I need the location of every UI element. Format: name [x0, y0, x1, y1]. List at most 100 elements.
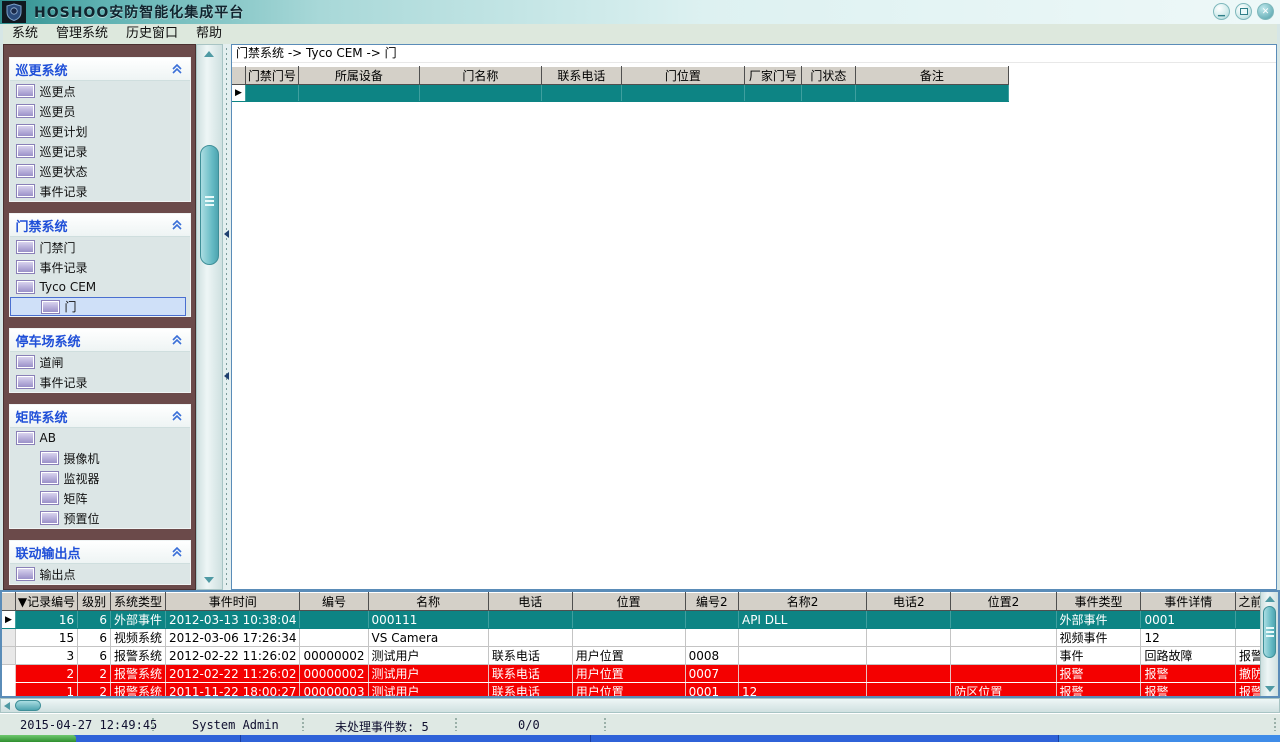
event-column-header[interactable]: 编号	[299, 592, 369, 611]
event-column-header[interactable]: 编号2	[685, 592, 739, 611]
collapse-chevron-icon[interactable]	[170, 545, 184, 559]
scroll-left-icon[interactable]	[4, 702, 10, 710]
collapse-chevron-icon[interactable]	[170, 333, 184, 347]
tree-item[interactable]: 门禁门	[10, 237, 190, 257]
event-column-header[interactable]: 名称	[368, 592, 489, 611]
collapse-chevron-icon[interactable]	[170, 409, 184, 423]
collapse-chevron-icon[interactable]	[170, 218, 184, 232]
section-title: 门禁系统	[15, 219, 68, 235]
event-row[interactable]: 1 2 报警系统 2011-11-22 18:00:27 00000003 测试用户 联系电…	[2, 682, 1278, 696]
tree-item[interactable]: 矩阵	[10, 488, 190, 508]
event-scrollbar-vertical[interactable]	[1260, 592, 1278, 696]
tree-item[interactable]: 监视器	[10, 468, 190, 488]
taskbar-sliver[interactable]	[0, 735, 1280, 742]
start-button-sliver[interactable]	[0, 735, 76, 742]
menu-item-1[interactable]: 管理系统	[47, 24, 117, 44]
door-column-header[interactable]: 所属设备	[298, 66, 420, 85]
tree-node-icon	[15, 104, 35, 118]
row-selector-cell[interactable]	[2, 646, 16, 665]
door-column-header[interactable]: 备注	[855, 66, 1009, 85]
door-column-header[interactable]: 门禁门号	[245, 66, 299, 85]
tree-node-icon	[15, 164, 35, 178]
scroll-up-icon[interactable]	[204, 51, 214, 57]
tree-item-label: 监视器	[63, 471, 100, 486]
door-column-header[interactable]: 联系电话	[541, 66, 622, 85]
event-cell	[685, 628, 739, 647]
tree-item[interactable]: 事件记录	[10, 372, 190, 392]
section-header[interactable]: 联动输出点	[9, 541, 190, 564]
door-table: 门禁门号 所属设备 门名称 联系电话 门位置 厂家门号 门状态 备注 ▶	[232, 66, 1009, 102]
tree-item[interactable]: Tyco CEM	[10, 277, 190, 297]
event-cell: 测试用户	[368, 664, 489, 683]
restore-button[interactable]	[1235, 3, 1252, 20]
event-column-header[interactable]: 系统类型	[110, 592, 167, 611]
collapse-chevron-icon[interactable]	[170, 62, 184, 76]
event-column-header[interactable]: 级别	[77, 592, 111, 611]
tree-item-label: 巡更员	[39, 104, 76, 119]
hscrollbar-thumb[interactable]	[15, 700, 41, 711]
sidebar-scrollbar[interactable]	[196, 44, 223, 590]
door-column-header[interactable]: 门名称	[419, 66, 542, 85]
door-column-header[interactable]: 厂家门号	[744, 66, 802, 85]
row-selector-cell[interactable]: ▶	[232, 84, 246, 102]
row-selector-cell[interactable]	[2, 628, 16, 647]
tree-item[interactable]: 预置位	[10, 508, 190, 528]
event-row[interactable]: 2 2 报警系统 2012-02-22 11:26:02 00000002 测试用户 联系电…	[2, 664, 1278, 683]
section-header[interactable]: 停车场系统	[9, 329, 190, 352]
event-row[interactable]: 15 6 视频系统 2012-03-06 17:26:34 VS Camera 视频事件 1…	[2, 628, 1278, 647]
tree-item[interactable]: 巡更员	[10, 101, 190, 121]
section-header[interactable]: 巡更系统	[9, 58, 190, 81]
tree-item[interactable]: 输出点	[10, 564, 190, 584]
row-selector-cell[interactable]	[2, 664, 16, 683]
splitter-arrow-icon[interactable]	[224, 372, 229, 380]
event-column-header[interactable]: 事件类型	[1056, 592, 1142, 611]
event-cell	[572, 610, 686, 629]
event-cell	[572, 628, 686, 647]
tree-item[interactable]: 事件记录	[10, 257, 190, 277]
event-column-header[interactable]: 名称2	[738, 592, 868, 611]
event-column-header[interactable]: 位置	[572, 592, 686, 611]
section-title: 停车场系统	[15, 334, 81, 350]
event-column-header[interactable]: 电话2	[866, 592, 952, 611]
menu-item-2[interactable]: 历史窗口	[117, 24, 187, 44]
tree-item[interactable]: 巡更记录	[10, 141, 190, 161]
door-column-header[interactable]: 门状态	[801, 66, 856, 85]
menu-item-0[interactable]: 系统	[3, 24, 47, 44]
event-scrollbar-thumb[interactable]	[1263, 606, 1276, 658]
menu-item-3[interactable]: 帮助	[187, 24, 231, 44]
row-selector-cell[interactable]: ▶	[2, 610, 16, 629]
door-column-header[interactable]: 门位置	[621, 66, 745, 85]
event-column-header[interactable]: 位置2	[950, 592, 1057, 611]
tree-item[interactable]: 巡更点	[10, 81, 190, 101]
event-column-header[interactable]: 事件详情	[1140, 592, 1236, 611]
event-scrollbar-horizontal[interactable]	[0, 698, 1280, 713]
row-selector-cell[interactable]	[2, 682, 16, 696]
event-row[interactable]: 3 6 报警系统 2012-02-22 11:26:02 00000002 测试用户 联系电…	[2, 646, 1278, 665]
section-header[interactable]: 矩阵系统	[9, 405, 190, 428]
event-column-header[interactable]: 事件时间	[165, 592, 301, 611]
event-cell: 00000003	[299, 682, 369, 696]
door-row[interactable]: ▶	[232, 84, 1009, 102]
tree-item[interactable]: 巡更状态	[10, 161, 190, 181]
tree-item[interactable]: 巡更计划	[10, 121, 190, 141]
event-column-header[interactable]: 电话	[488, 592, 573, 611]
tree-item[interactable]: 道闸	[10, 352, 190, 372]
section-header[interactable]: 门禁系统	[9, 214, 190, 237]
tree-item-label: 门禁门	[39, 240, 76, 255]
tree-item[interactable]: AB	[10, 428, 190, 448]
scroll-up-icon[interactable]	[1265, 596, 1275, 602]
scroll-down-icon[interactable]	[1265, 686, 1275, 692]
sidebar-section: 门禁系统门禁门事件记录 Tyco CEM 门	[8, 213, 191, 317]
minimize-button[interactable]: ▁	[1213, 3, 1230, 20]
tree-item[interactable]: 事件记录	[10, 181, 190, 201]
title-bar[interactable]: HOSHOO安防智能化集成平台 ▁ ✕	[0, 0, 1280, 24]
close-button[interactable]: ✕	[1257, 3, 1274, 20]
tree-item[interactable]: 摄像机	[10, 448, 190, 468]
splitter-arrow-icon[interactable]	[224, 230, 229, 238]
sidebar-scrollbar-thumb[interactable]	[200, 145, 219, 265]
tree-item[interactable]: 门	[9, 297, 186, 316]
event-cell: 报警系统	[110, 682, 167, 696]
event-column-header[interactable]: ▼记录编号	[15, 592, 79, 611]
event-row[interactable]: ▶ 16 6 外部事件 2012-03-13 10:38:04 000111 API DLL…	[2, 610, 1278, 629]
scroll-down-icon[interactable]	[204, 577, 214, 583]
